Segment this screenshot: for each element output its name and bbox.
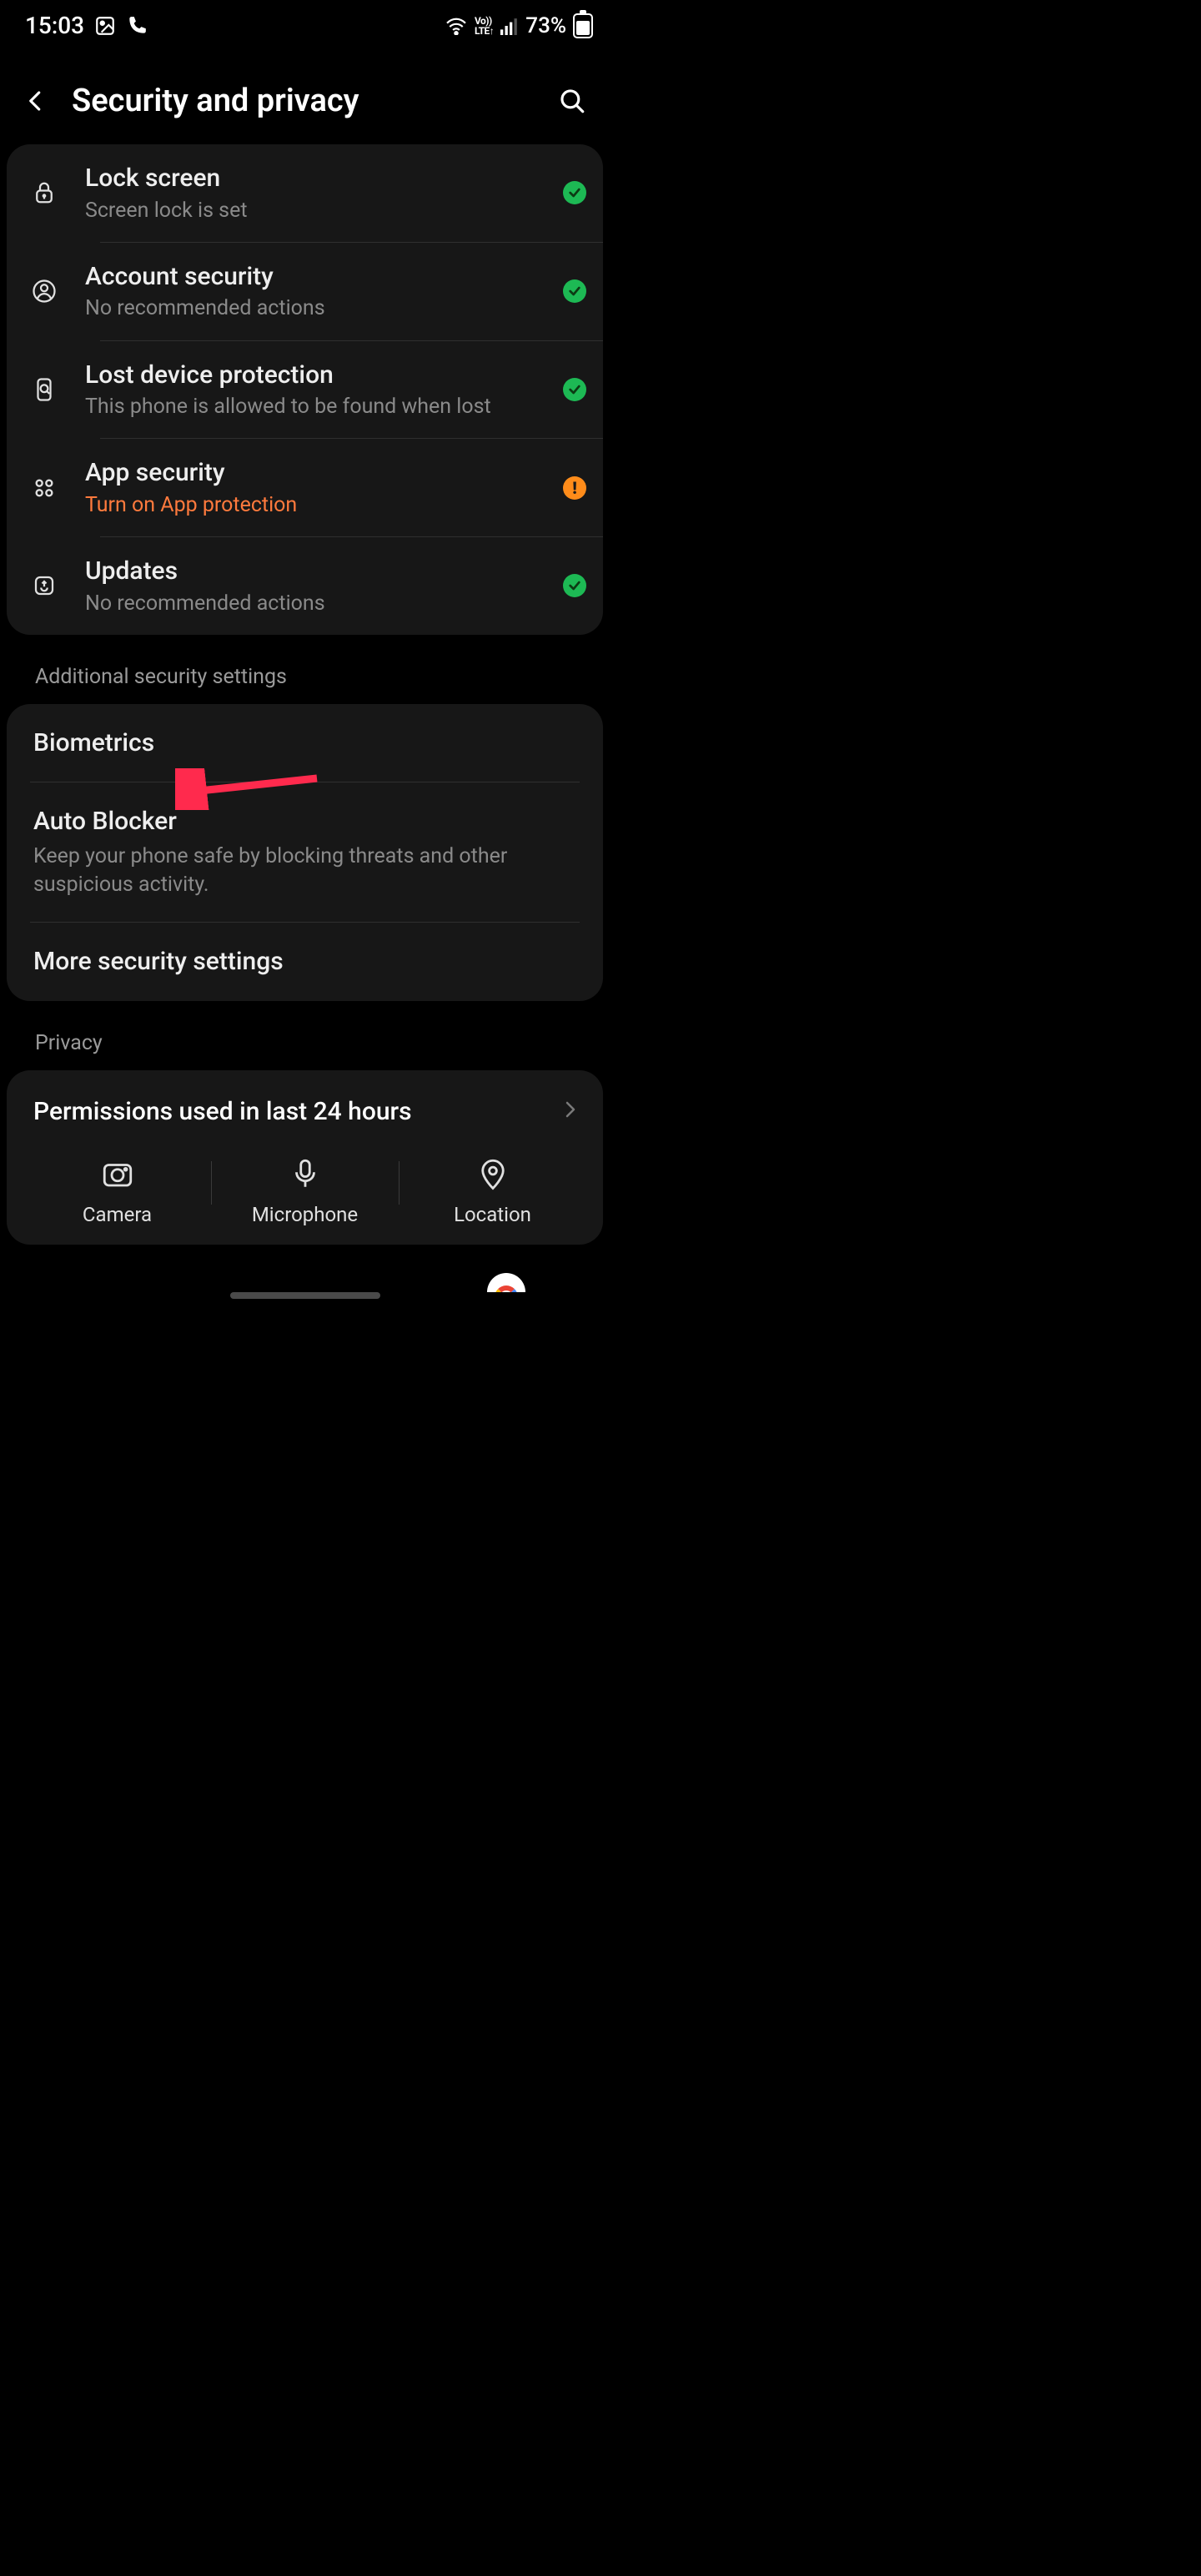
apps-icon (22, 476, 67, 500)
status-warn-icon: ! (563, 476, 586, 500)
row-subtitle: No recommended actions (85, 295, 545, 321)
additional-security-card: Biometrics Auto Blocker Keep your phone … (7, 704, 603, 1001)
section-label-privacy: Privacy (0, 1021, 610, 1070)
row-subtitle: This phone is allowed to be found when l… (85, 394, 545, 420)
row-lost-device[interactable]: Lost device protection This phone is all… (7, 341, 603, 439)
microphone-icon (288, 1156, 323, 1191)
status-ok-icon (563, 378, 586, 401)
row-title: Auto Blocker (33, 806, 580, 838)
row-account-security[interactable]: Account security No recommended actions (7, 243, 603, 340)
updates-icon (22, 573, 67, 598)
row-title: Account security (85, 261, 545, 293)
status-ok-icon (563, 279, 586, 303)
row-title: Updates (85, 556, 545, 587)
perm-label: Location (454, 1203, 531, 1226)
row-title: Lock screen (85, 163, 545, 194)
permissions-card: Permissions used in last 24 hours Camera… (7, 1070, 603, 1245)
row-title: Biometrics (33, 727, 580, 759)
google-logo-icon (487, 1273, 525, 1292)
find-device-icon (22, 377, 67, 402)
signal-icon (500, 17, 519, 35)
location-icon (475, 1156, 510, 1191)
lock-icon (22, 180, 67, 205)
section-label-additional: Additional security settings (0, 655, 610, 704)
perm-label: Microphone (252, 1203, 358, 1226)
wifi-icon (445, 17, 468, 35)
row-app-security[interactable]: App security Turn on App protection ! (7, 439, 603, 536)
status-ok-icon (563, 181, 586, 204)
row-title: More security settings (33, 946, 580, 978)
camera-icon (100, 1156, 135, 1191)
permissions-header[interactable]: Permissions used in last 24 hours (7, 1070, 603, 1143)
account-icon (22, 279, 67, 304)
status-ok-icon (563, 574, 586, 597)
battery-icon (573, 13, 593, 38)
page-title: Security and privacy (72, 83, 535, 119)
permissions-title: Permissions used in last 24 hours (33, 1097, 412, 1126)
row-lock-screen[interactable]: Lock screen Screen lock is set (7, 144, 603, 242)
row-auto-blocker[interactable]: Auto Blocker Keep your phone safe by blo… (7, 782, 603, 922)
row-title: App security (85, 457, 545, 489)
search-button[interactable] (558, 87, 586, 115)
perm-label: Camera (83, 1203, 152, 1226)
volte-icon: Vo))LTE↑ (475, 16, 494, 36)
status-time: 15:03 (25, 12, 84, 39)
image-icon (94, 15, 116, 37)
security-dashboard-card: Lock screen Screen lock is set Account s… (7, 144, 603, 635)
battery-percent: 73% (525, 13, 566, 38)
row-subtitle: Keep your phone safe by blocking threats… (33, 843, 580, 899)
page-header: Security and privacy (0, 48, 610, 144)
row-subtitle: Screen lock is set (85, 198, 545, 224)
status-bar: 15:03 Vo))LTE↑ 73% (0, 0, 610, 48)
gesture-bar[interactable] (230, 1292, 380, 1299)
row-subtitle: Turn on App protection (85, 492, 545, 518)
phone-missed-icon (126, 15, 148, 37)
back-button[interactable] (23, 88, 48, 113)
chevron-right-icon (560, 1099, 580, 1123)
perm-item-camera[interactable]: Camera (23, 1156, 211, 1226)
row-more-security[interactable]: More security settings (7, 923, 603, 1001)
row-title: Lost device protection (85, 360, 545, 391)
row-biometrics[interactable]: Biometrics (7, 704, 603, 782)
perm-item-microphone[interactable]: Microphone (211, 1156, 399, 1226)
row-subtitle: No recommended actions (85, 591, 545, 616)
row-updates[interactable]: Updates No recommended actions (7, 537, 603, 635)
perm-item-location[interactable]: Location (399, 1156, 586, 1226)
